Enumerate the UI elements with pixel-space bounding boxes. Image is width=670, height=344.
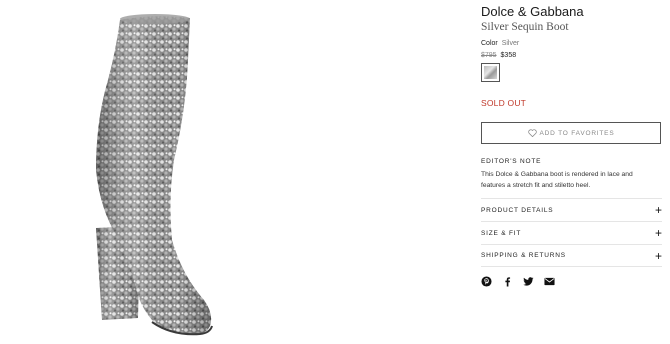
add-to-favorites-label: ADD TO FAVORITES [539, 129, 615, 137]
plus-icon: + [654, 203, 662, 217]
price-row: $795 $358 [481, 52, 516, 59]
product-name: Silver Sequin Boot [481, 21, 569, 33]
email-icon[interactable] [544, 274, 555, 286]
color-swatch-silver[interactable] [481, 63, 500, 82]
brand-name[interactable]: Dolce & Gabbana [481, 4, 584, 19]
editors-note-title: EDITOR'S NOTE [481, 158, 542, 165]
product-image [0, 0, 470, 344]
accordion-label: SHIPPING & RETURNS [481, 252, 566, 259]
sold-out-status: SOLD OUT [481, 98, 527, 108]
accordion-size-fit[interactable]: SIZE & FIT + [481, 221, 662, 244]
accordion-label: SIZE & FIT [481, 229, 522, 237]
color-label: Color [481, 40, 498, 47]
heart-icon [527, 129, 537, 137]
color-row: Color Silver [481, 40, 519, 47]
social-share-bar [481, 274, 555, 287]
twitter-icon[interactable] [523, 274, 534, 286]
accordion-product-details[interactable]: PRODUCT DETAILS + [481, 198, 662, 221]
plus-icon: + [654, 248, 662, 263]
plus-icon: + [654, 226, 662, 240]
editors-note-text: This Dolce & Gabbana boot is rendered in… [481, 171, 633, 189]
sale-price: $358 [500, 52, 517, 59]
pinterest-icon[interactable] [481, 274, 492, 287]
swatch-fill [484, 66, 497, 79]
facebook-icon[interactable] [502, 274, 513, 287]
color-value: Silver [501, 40, 520, 47]
original-price: $795 [481, 52, 497, 59]
accordion-label: PRODUCT DETAILS [481, 206, 554, 214]
add-to-favorites-button[interactable]: ADD TO FAVORITES [481, 122, 661, 144]
silver-sequin-boot-image [96, 14, 213, 336]
accordion-shipping-returns[interactable]: SHIPPING & RETURNS + [481, 244, 662, 267]
